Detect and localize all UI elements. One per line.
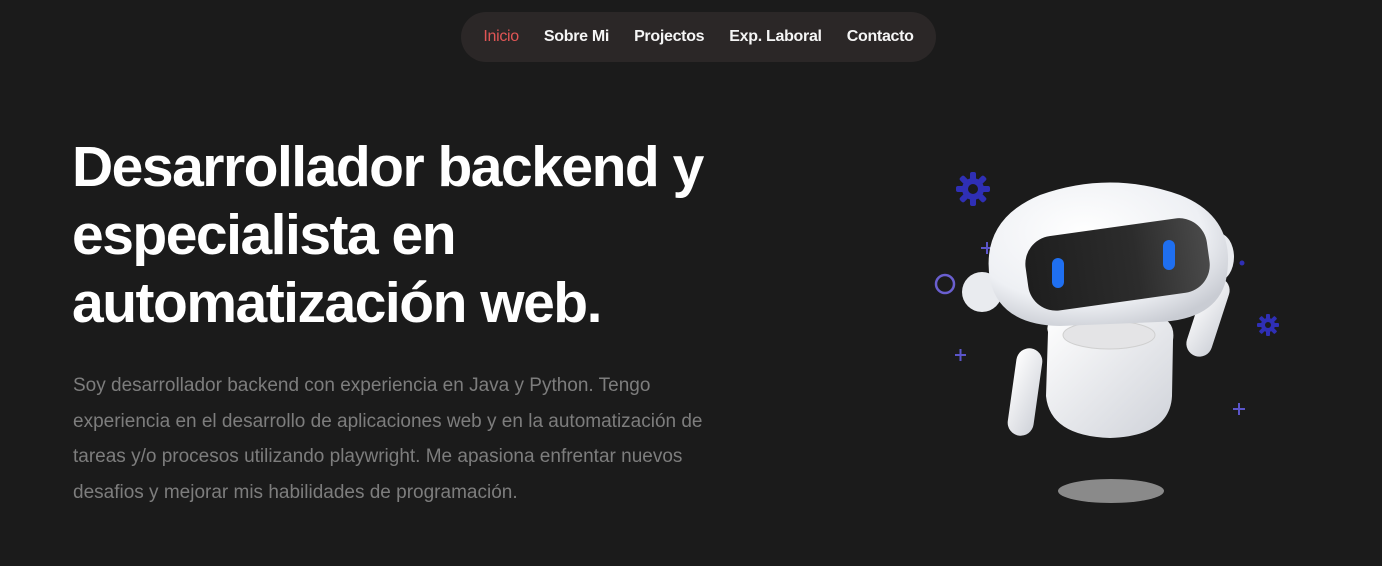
circle-decoration (934, 273, 956, 295)
robot-left-arm (1007, 348, 1043, 436)
robot-right-eye (1163, 240, 1175, 270)
nav-link-projectos[interactable]: Projectos (634, 28, 705, 46)
nav-link-inicio[interactable]: Inicio (483, 28, 519, 46)
robot-left-eye (1052, 258, 1064, 288)
robot-icon (934, 172, 1279, 503)
gear-icon (1257, 314, 1279, 336)
hero-description: Soy desarrollador backend con experienci… (73, 375, 703, 503)
nav-link-contacto[interactable]: Contacto (847, 28, 914, 46)
main-nav: Inicio Sobre Mi Projectos Exp. Laboral C… (461, 12, 936, 62)
nav-link-exp-laboral[interactable]: Exp. Laboral (729, 28, 822, 46)
hero-title: Desarrollador backend y especialista en … (72, 135, 704, 335)
gear-icon (956, 172, 990, 206)
robot-illustration (920, 160, 1300, 520)
robot-shadow (1058, 479, 1164, 503)
nav-link-sobre-mi[interactable]: Sobre Mi (544, 28, 609, 46)
